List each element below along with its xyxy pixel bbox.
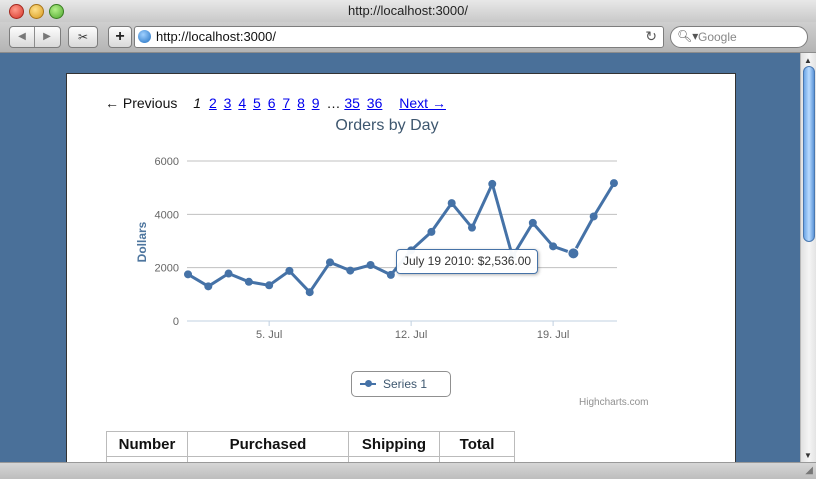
search-field[interactable]: 🔍︎▾ Google [670, 26, 808, 48]
page-content: ← Previous 1 2 3 4 5 6 7 8 9 … 35 36 Nex… [66, 73, 736, 475]
chart-legend[interactable]: Series 1 [351, 371, 451, 397]
x-tick-label: 19. Jul [537, 329, 569, 341]
orders-chart: 0 2000 4000 6000 5. Jul 12. Jul 19. Jul Dollars [135, 156, 618, 341]
reload-icon[interactable]: ↻ [645, 28, 657, 45]
vertical-scrollbar[interactable]: ▲ ▼ [800, 53, 816, 462]
column-header: Shipping [348, 431, 440, 457]
address-bar[interactable]: http://localhost:3000/ ↻ [134, 26, 664, 48]
data-point [265, 281, 274, 290]
add-bookmark-button[interactable]: + [108, 26, 132, 48]
data-point [589, 212, 598, 221]
legend-marker-icon [365, 380, 372, 387]
nav-buttons: ◀ ▶ [9, 26, 61, 48]
legend-label: Series 1 [383, 377, 428, 391]
back-arrow-icon[interactable]: ◀ [10, 27, 34, 47]
search-placeholder: Google [698, 30, 737, 44]
data-point [467, 223, 476, 232]
forward-arrow-icon[interactable]: ▶ [35, 27, 59, 47]
data-point [305, 288, 314, 297]
column-header: Purchased [187, 431, 349, 457]
data-point [366, 261, 375, 269]
data-point [346, 266, 355, 275]
x-tick-label: 5. Jul [256, 329, 282, 341]
snippet-icon[interactable]: ✂ [68, 26, 98, 48]
data-point [325, 258, 334, 267]
y-tick-label: 6000 [155, 156, 179, 168]
series-line [187, 182, 616, 294]
column-header: Number [106, 431, 188, 457]
scroll-thumb[interactable] [803, 66, 815, 242]
scroll-up-icon[interactable]: ▲ [804, 56, 812, 65]
scroll-down-icon[interactable]: ▼ [804, 451, 812, 460]
data-point [447, 199, 456, 208]
data-point [244, 277, 253, 286]
y-tick-label: 2000 [155, 263, 179, 275]
globe-icon [138, 30, 151, 43]
data-point [488, 179, 497, 188]
chart-tooltip: July 19 2010: $2,536.00 [396, 249, 539, 274]
chart-credits[interactable]: Highcharts.com [579, 397, 648, 408]
data-point [285, 266, 294, 275]
data-point [204, 282, 213, 291]
address-text[interactable]: http://localhost:3000/ [156, 29, 276, 44]
y-tick-label: 0 [173, 316, 179, 328]
data-point [609, 179, 618, 188]
browser-toolbar: ◀ ▶ ✂ + http://localhost:3000/ ↻ 🔍︎▾ Goo… [0, 22, 816, 53]
y-axis-label: Dollars [135, 221, 149, 262]
status-bar: ◢ [0, 462, 816, 479]
column-header: Total [439, 431, 515, 457]
x-tick-label: 12. Jul [395, 329, 427, 341]
data-point [427, 227, 436, 236]
table-header-row: Number Purchased Shipping Total [106, 431, 515, 457]
data-point [386, 270, 395, 279]
search-icon: 🔍︎▾ [677, 29, 699, 43]
window-titlebar: http://localhost:3000/ [0, 0, 816, 23]
data-point [184, 270, 193, 279]
data-point [567, 247, 580, 260]
y-tick-label: 4000 [155, 209, 179, 221]
data-point [528, 218, 537, 227]
window-title: http://localhost:3000/ [348, 3, 468, 18]
data-point [224, 269, 233, 278]
data-point [549, 242, 558, 251]
resize-grip-icon[interactable]: ◢ [805, 465, 813, 476]
